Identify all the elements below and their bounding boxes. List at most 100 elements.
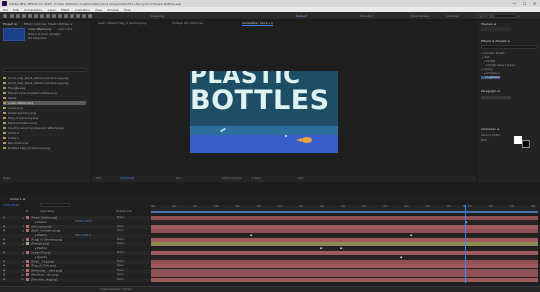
visibility-eye-icon[interactable]: ◉ [3,242,5,246]
label-color-swatch[interactable] [26,260,29,263]
tab-project[interactable]: Project ≡ [3,22,17,26]
keyframe-icon[interactable]: ◆ [340,246,342,250]
font-style-dropdown[interactable]: Bold [481,139,487,142]
property-row[interactable]: ▸ Opacity [0,255,150,260]
shape-tool-icon[interactable] [46,14,50,18]
clone-tool-icon[interactable] [70,14,74,18]
magnification-dropdown[interactable]: 50% [96,177,102,180]
label-color-swatch[interactable] [26,216,29,219]
character-panel-title[interactable]: Character ≡ [481,127,499,131]
layer-name[interactable]: [Germanys_...avec.png] [31,269,62,272]
eraser-tool-icon[interactable] [76,14,80,18]
effects-tree-item[interactable]: ▸ Keying [481,68,493,71]
parent-dropdown[interactable]: None [117,242,124,246]
keyframe-icon[interactable]: ◆ [250,233,252,237]
toggle-switches-modes-button[interactable]: Toggle Switches / Modes [100,288,132,291]
label-color-swatch[interactable] [26,251,29,255]
label-color-swatch[interactable] [26,268,29,272]
property-lane[interactable] [151,220,538,225]
tab-footage[interactable]: Footage: Box Chart.ices [172,22,203,25]
project-item[interactable]: ocean effects.png [3,101,86,105]
tab-composition[interactable]: Composition: Comp 1 ≡ [242,22,273,26]
work-area-bar[interactable] [151,211,538,213]
label-color-swatch[interactable] [26,264,29,268]
menu-window[interactable]: Window [107,8,119,12]
puppet-tool-icon[interactable] [88,14,92,18]
keyframe-icon[interactable]: ◆ [410,233,412,237]
layer-name[interactable]: [Flags_of_Germany.png] [31,239,62,242]
pen-tool-icon[interactable] [52,14,56,18]
menu-view[interactable]: View [95,8,102,12]
project-item[interactable]: world_map_blank_without_borders.svg.png [3,81,86,85]
layer-name[interactable]: ▸ Position [35,234,47,237]
label-color-swatch[interactable] [26,220,29,223]
layer-duration-bar[interactable] [151,216,538,220]
selection-tool-icon[interactable] [10,14,14,18]
camera-tool-icon[interactable] [34,14,38,18]
layer-row[interactable]: 4 [Flags_of_Germany.png] None ◉ [0,238,150,242]
visibility-eye-icon[interactable]: ◉ [3,229,5,233]
visibility-eye-icon[interactable]: ◉ [3,225,5,229]
layer-name[interactable]: [ocean fill.png] [31,252,51,255]
playhead-handle-icon[interactable]: ▼ [463,204,465,208]
visibility-eye-icon[interactable]: ◉ [3,216,5,220]
exposure-value[interactable]: +0.0 [297,177,303,180]
project-item[interactable]: Global warming.png [3,111,86,115]
views-dropdown[interactable]: 1 View [252,177,261,180]
label-color-swatch[interactable] [26,224,29,228]
project-item[interactable]: the-old-cycle-of-plastic-bottles.png [3,91,86,95]
composition-canvas[interactable]: PLASTIC BOTTLES [190,71,338,153]
layer-name[interactable]: [Triangle.png] [31,243,49,246]
effects-tree-item[interactable]: ▾ Fill Path Wave 2 Typeon [481,64,516,67]
workspace-default[interactable]: Default [296,14,307,18]
preview-playback-controls[interactable] [481,27,511,31]
layer-row[interactable]: 9 [Germanys_...avec.png] None ◉ [0,268,150,273]
project-item[interactable]: Country recycling rates and effects.png [3,126,86,130]
project-item[interactable]: ocean.png [3,106,86,110]
tab-comp-1[interactable]: Comp 1 ≡ [10,197,25,201]
playhead[interactable] [465,205,466,283]
project-item[interactable]: Comp 1 [3,136,86,140]
layer-name[interactable]: ▸ Position [35,221,47,224]
label-color-swatch[interactable] [26,277,29,281]
active-camera-dropdown[interactable]: Active Camera [222,177,241,180]
label-color-swatch[interactable] [26,234,29,237]
project-item[interactable]: Solids [3,96,86,100]
menu-edit[interactable]: Edit [13,8,19,12]
current-time-display[interactable]: 0;00;18;00 [120,177,134,180]
home-icon[interactable] [3,14,7,18]
layer-duration-bar[interactable] [151,260,538,264]
parent-dropdown[interactable]: None [117,264,124,268]
layer-name[interactable]: [Plastic Bottles.png] [31,217,57,220]
effects-search-input[interactable] [481,45,537,49]
visibility-eye-icon[interactable]: ◉ [3,251,5,255]
property-value[interactable]: 960.0,540.0 [75,234,91,238]
label-color-swatch[interactable] [26,247,29,250]
layer-duration-bar[interactable] [151,268,538,273]
menu-animation[interactable]: Animation [75,8,90,12]
label-color-swatch[interactable] [26,238,29,241]
project-item[interactable]: Flag_of_Germany.png [3,116,86,120]
effects-tree-item[interactable]: ▸ Fill Path [481,60,495,63]
parent-dropdown[interactable]: None [117,216,124,220]
label-color-swatch[interactable] [26,256,29,259]
parent-dropdown[interactable]: None [117,278,124,282]
brush-tool-icon[interactable] [64,14,68,18]
visibility-eye-icon[interactable]: ◉ [3,260,5,264]
layer-duration-bar[interactable] [151,264,538,269]
project-item[interactable]: Comp 2 [3,131,86,135]
project-item[interactable]: Bubbles Flag_of_Germany.png [3,146,86,150]
layer-name[interactable]: [The river...ling.png] [31,278,57,281]
minimize-button[interactable]: — [510,0,519,7]
tab-effect-controls[interactable]: Effect Controls: Plastic Bottles ≡ [24,22,73,26]
layer-name[interactable]: ▸ Opacity [35,256,47,259]
layer-duration-bar[interactable] [151,224,538,229]
fill-color-swatch[interactable] [514,136,522,144]
layer-name[interactable]: [Earth_Animation.png] [31,230,60,233]
layer-duration-bar[interactable] [151,238,538,242]
menu-effect[interactable]: Effect [61,8,70,12]
layer-name[interactable]: [Life Cycle.png] [31,225,51,228]
menu-composition[interactable]: Composition [24,8,43,12]
keyframe-icon[interactable]: ◆ [320,246,322,250]
property-row[interactable]: ▸ Position [0,246,150,251]
